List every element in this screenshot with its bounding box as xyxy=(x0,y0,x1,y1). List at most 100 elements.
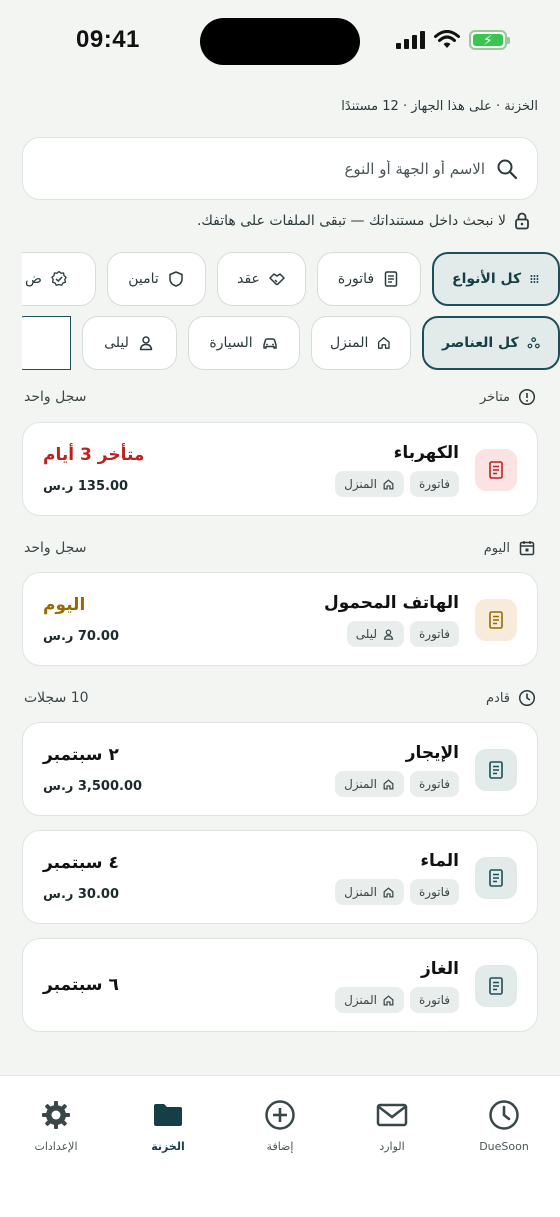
record-card-gas[interactable]: الغاز فاتورة المنزل ٦ سبتمبر xyxy=(22,938,538,1032)
section-today-header: اليوم سجل واحد xyxy=(24,539,536,557)
record-type-tag: فاتورة xyxy=(409,621,459,647)
wifi-icon xyxy=(434,30,460,48)
record-owner-tag: ليلى xyxy=(346,621,404,647)
receipt-icon xyxy=(489,977,503,995)
chip-scope-car[interactable]: السيارة xyxy=(188,316,300,370)
person-icon xyxy=(383,629,394,640)
record-owner-tag: المنزل xyxy=(335,471,404,497)
record-icon xyxy=(475,857,517,899)
section-overdue-label: متاخر xyxy=(479,389,510,405)
record-card-rent[interactable]: الإيجار فاتورة المنزل ٢ سبتمبر 3,500.00 … xyxy=(22,722,538,816)
search-box[interactable] xyxy=(22,137,538,200)
record-amount: 30.00 ر.س xyxy=(43,887,120,902)
person-icon xyxy=(139,336,153,351)
receipt-icon xyxy=(489,761,503,779)
tab-duesoon[interactable]: DueSoon xyxy=(448,1098,560,1153)
record-owner-tag: المنزل xyxy=(335,879,404,905)
dynamic-island xyxy=(200,18,360,65)
record-title: الهاتف المحمول xyxy=(323,593,459,613)
section-upcoming-count: 10 سجلات xyxy=(24,690,89,706)
privacy-note-text: لا نبحث داخل مستنداتك — تبقى الملفات على… xyxy=(196,213,506,229)
record-owner-tag: المنزل xyxy=(335,771,404,797)
tab-vault-label: الخزنة xyxy=(151,1140,185,1153)
record-due: اليوم xyxy=(43,595,86,615)
folder-icon xyxy=(154,1104,182,1126)
record-amount: 135.00 ر.س xyxy=(43,479,129,494)
record-due: ٢ سبتمبر xyxy=(43,745,119,765)
record-amount: 70.00 ر.س xyxy=(43,629,120,644)
grid-icon xyxy=(530,275,539,283)
lock-icon xyxy=(515,212,529,230)
signal-icon xyxy=(396,31,425,49)
record-type-tag: فاتورة xyxy=(409,879,459,905)
record-title: الغاز xyxy=(421,959,459,979)
record-title: الكهرباء xyxy=(393,443,459,463)
receipt-icon xyxy=(489,869,503,887)
gear-icon xyxy=(42,1101,70,1129)
record-due: ٦ سبتمبر xyxy=(43,975,119,995)
section-upcoming-header: قادم 10 سجلات xyxy=(24,689,536,707)
badge-check-icon xyxy=(51,270,67,286)
chip-type-contract[interactable]: عقد xyxy=(217,252,306,306)
clock-icon xyxy=(489,1100,519,1130)
search-icon xyxy=(497,159,518,179)
home-icon xyxy=(383,478,394,489)
tab-duesoon-label: DueSoon xyxy=(479,1140,529,1153)
tab-vault[interactable]: الخزنة xyxy=(112,1098,224,1153)
record-card-mobile[interactable]: الهاتف المحمول فاتورة ليلى اليوم 70.00 ر… xyxy=(22,572,538,666)
privacy-note: لا نبحث داخل مستنداتك — تبقى الملفات على… xyxy=(197,212,530,230)
tab-bar: الإعدادات الخزنة إضافة الوارد DueSoon xyxy=(0,1075,560,1217)
receipt-icon xyxy=(489,611,503,629)
record-card-water[interactable]: الماء فاتورة المنزل ٤ سبتمبر 30.00 ر.س xyxy=(22,830,538,924)
chip-type-insurance[interactable]: تامين xyxy=(107,252,206,306)
record-due: متأخر 3 أيام xyxy=(43,445,145,465)
section-upcoming-label: قادم xyxy=(485,690,510,706)
home-icon xyxy=(383,994,394,1005)
chip-scope-more[interactable] xyxy=(22,316,71,370)
section-today-label: اليوم xyxy=(483,540,510,556)
home-icon xyxy=(378,337,391,349)
section-overdue-header: متاخر سجل واحد xyxy=(24,388,536,406)
record-icon xyxy=(475,599,517,641)
chip-scope-layla[interactable]: ليلى xyxy=(82,316,177,370)
record-icon xyxy=(475,965,517,1007)
section-overdue-count: سجل واحد xyxy=(24,389,87,405)
tab-add-label: إضافة xyxy=(266,1140,294,1153)
section-today-count: سجل واحد xyxy=(24,540,87,556)
chip-type-warranty[interactable]: ض xyxy=(22,252,96,306)
chip-scope-home[interactable]: المنزل xyxy=(311,316,411,370)
chip-type-invoice[interactable]: فاتورة xyxy=(317,252,421,306)
tab-inbox-label: الوارد xyxy=(379,1140,405,1153)
search-input[interactable] xyxy=(45,159,485,178)
tab-settings[interactable]: الإعدادات xyxy=(0,1098,112,1153)
record-card-electricity[interactable]: الكهرباء فاتورة المنزل متأخر 3 أيام 135.… xyxy=(22,422,538,516)
record-due: ٤ سبتمبر xyxy=(43,853,119,873)
car-icon xyxy=(262,338,277,349)
calendar-icon xyxy=(519,541,535,556)
alert-circle-icon xyxy=(518,388,536,406)
sliders-icon xyxy=(22,334,28,352)
nodes-icon xyxy=(527,337,540,349)
record-icon xyxy=(475,749,517,791)
scope-filter-row: كل العناصر المنزل السيارة ليلى xyxy=(22,316,560,370)
receipt-icon xyxy=(384,271,398,287)
plus-circle-icon xyxy=(265,1100,295,1130)
handshake-icon xyxy=(269,273,285,286)
tab-settings-label: الإعدادات xyxy=(34,1140,78,1153)
record-type-tag: فاتورة xyxy=(409,471,459,497)
shield-icon xyxy=(169,271,183,287)
status-icons: ⚡ xyxy=(396,30,510,50)
record-amount: 3,500.00 ر.س xyxy=(43,779,143,794)
tab-add[interactable]: إضافة xyxy=(224,1098,336,1153)
vault-context: الخزنة · على هذا الجهاز · 12 مستندًا xyxy=(341,99,538,114)
record-type-tag: فاتورة xyxy=(409,771,459,797)
home-icon xyxy=(383,886,394,897)
clock-icon xyxy=(518,689,536,707)
tab-inbox[interactable]: الوارد xyxy=(336,1098,448,1153)
chip-type-all[interactable]: كل الأنواع xyxy=(432,252,560,306)
chip-scope-all[interactable]: كل العناصر xyxy=(422,316,560,370)
record-type-tag: فاتورة xyxy=(409,987,459,1013)
mail-icon xyxy=(376,1103,408,1127)
status-bar: 09:41 ⚡ xyxy=(0,0,560,84)
type-filter-row: كل الأنواع فاتورة عقد تامين ض xyxy=(22,252,560,306)
